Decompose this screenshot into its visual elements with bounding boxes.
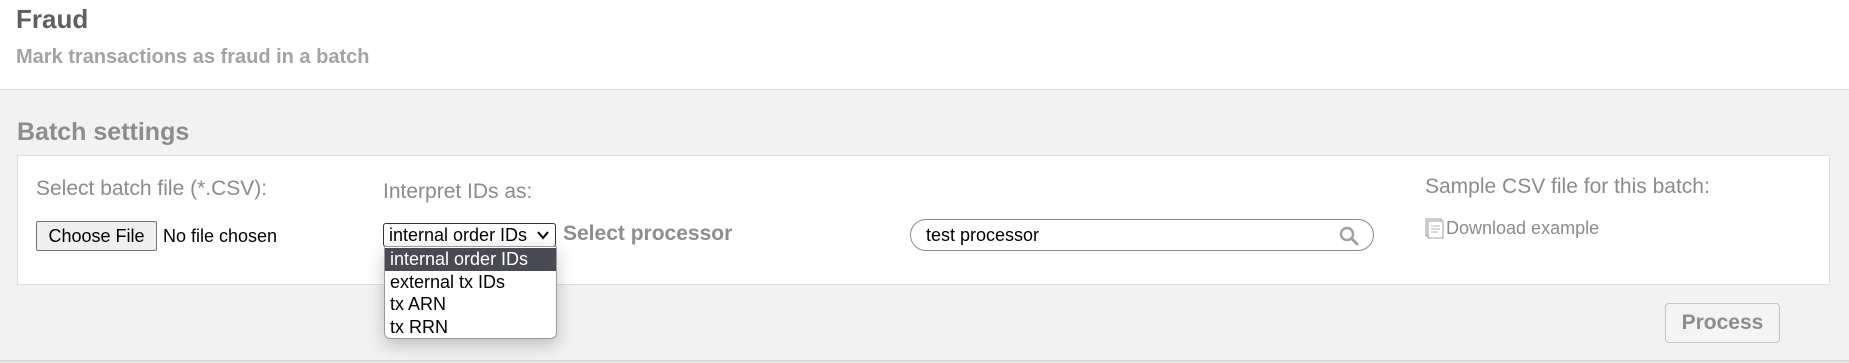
batch-settings-panel: Batch settings Select batch file (*.CSV)… — [0, 89, 1849, 363]
batch-settings-title: Batch settings — [17, 118, 190, 146]
dropdown-option[interactable]: tx ARN — [385, 293, 556, 316]
processor-search-input[interactable] — [926, 224, 1326, 246]
page-subtitle: Mark transactions as fraud in a batch — [16, 46, 370, 68]
file-icon — [1425, 218, 1444, 239]
dropdown-option[interactable]: internal order IDs — [385, 248, 556, 271]
sample-csv-label: Sample CSV file for this batch: — [1425, 175, 1710, 198]
process-button[interactable]: Process — [1665, 303, 1780, 343]
page: Fraud Mark transactions as fraud in a ba… — [0, 0, 1849, 363]
file-status-text: No file chosen — [163, 226, 278, 246]
interpret-ids-dropdown: internal order IDs external tx IDs tx AR… — [384, 246, 557, 339]
interpret-ids-label: Interpret IDs as: — [383, 180, 533, 203]
search-icon[interactable] — [1339, 226, 1359, 246]
interpret-ids-selected-value: internal order IDs — [389, 224, 528, 245]
download-example-label: Download example — [1446, 218, 1600, 238]
page-title: Fraud — [16, 4, 89, 34]
download-example-link[interactable]: Download example — [1425, 218, 1599, 239]
batch-settings-box: Select batch file (*.CSV): Choose File N… — [17, 155, 1830, 285]
panel-bottom-divider — [0, 360, 1849, 362]
dropdown-option[interactable]: tx RRN — [385, 316, 556, 339]
select-processor-label: Select processor — [563, 222, 733, 245]
choose-file-button[interactable]: Choose File — [36, 221, 157, 251]
interpret-ids-select[interactable]: internal order IDs — [383, 223, 556, 247]
processor-search-box — [910, 219, 1374, 251]
dropdown-option[interactable]: external tx IDs — [385, 271, 556, 294]
batch-file-label: Select batch file (*.CSV): — [36, 177, 268, 200]
chevron-down-icon — [537, 231, 549, 240]
